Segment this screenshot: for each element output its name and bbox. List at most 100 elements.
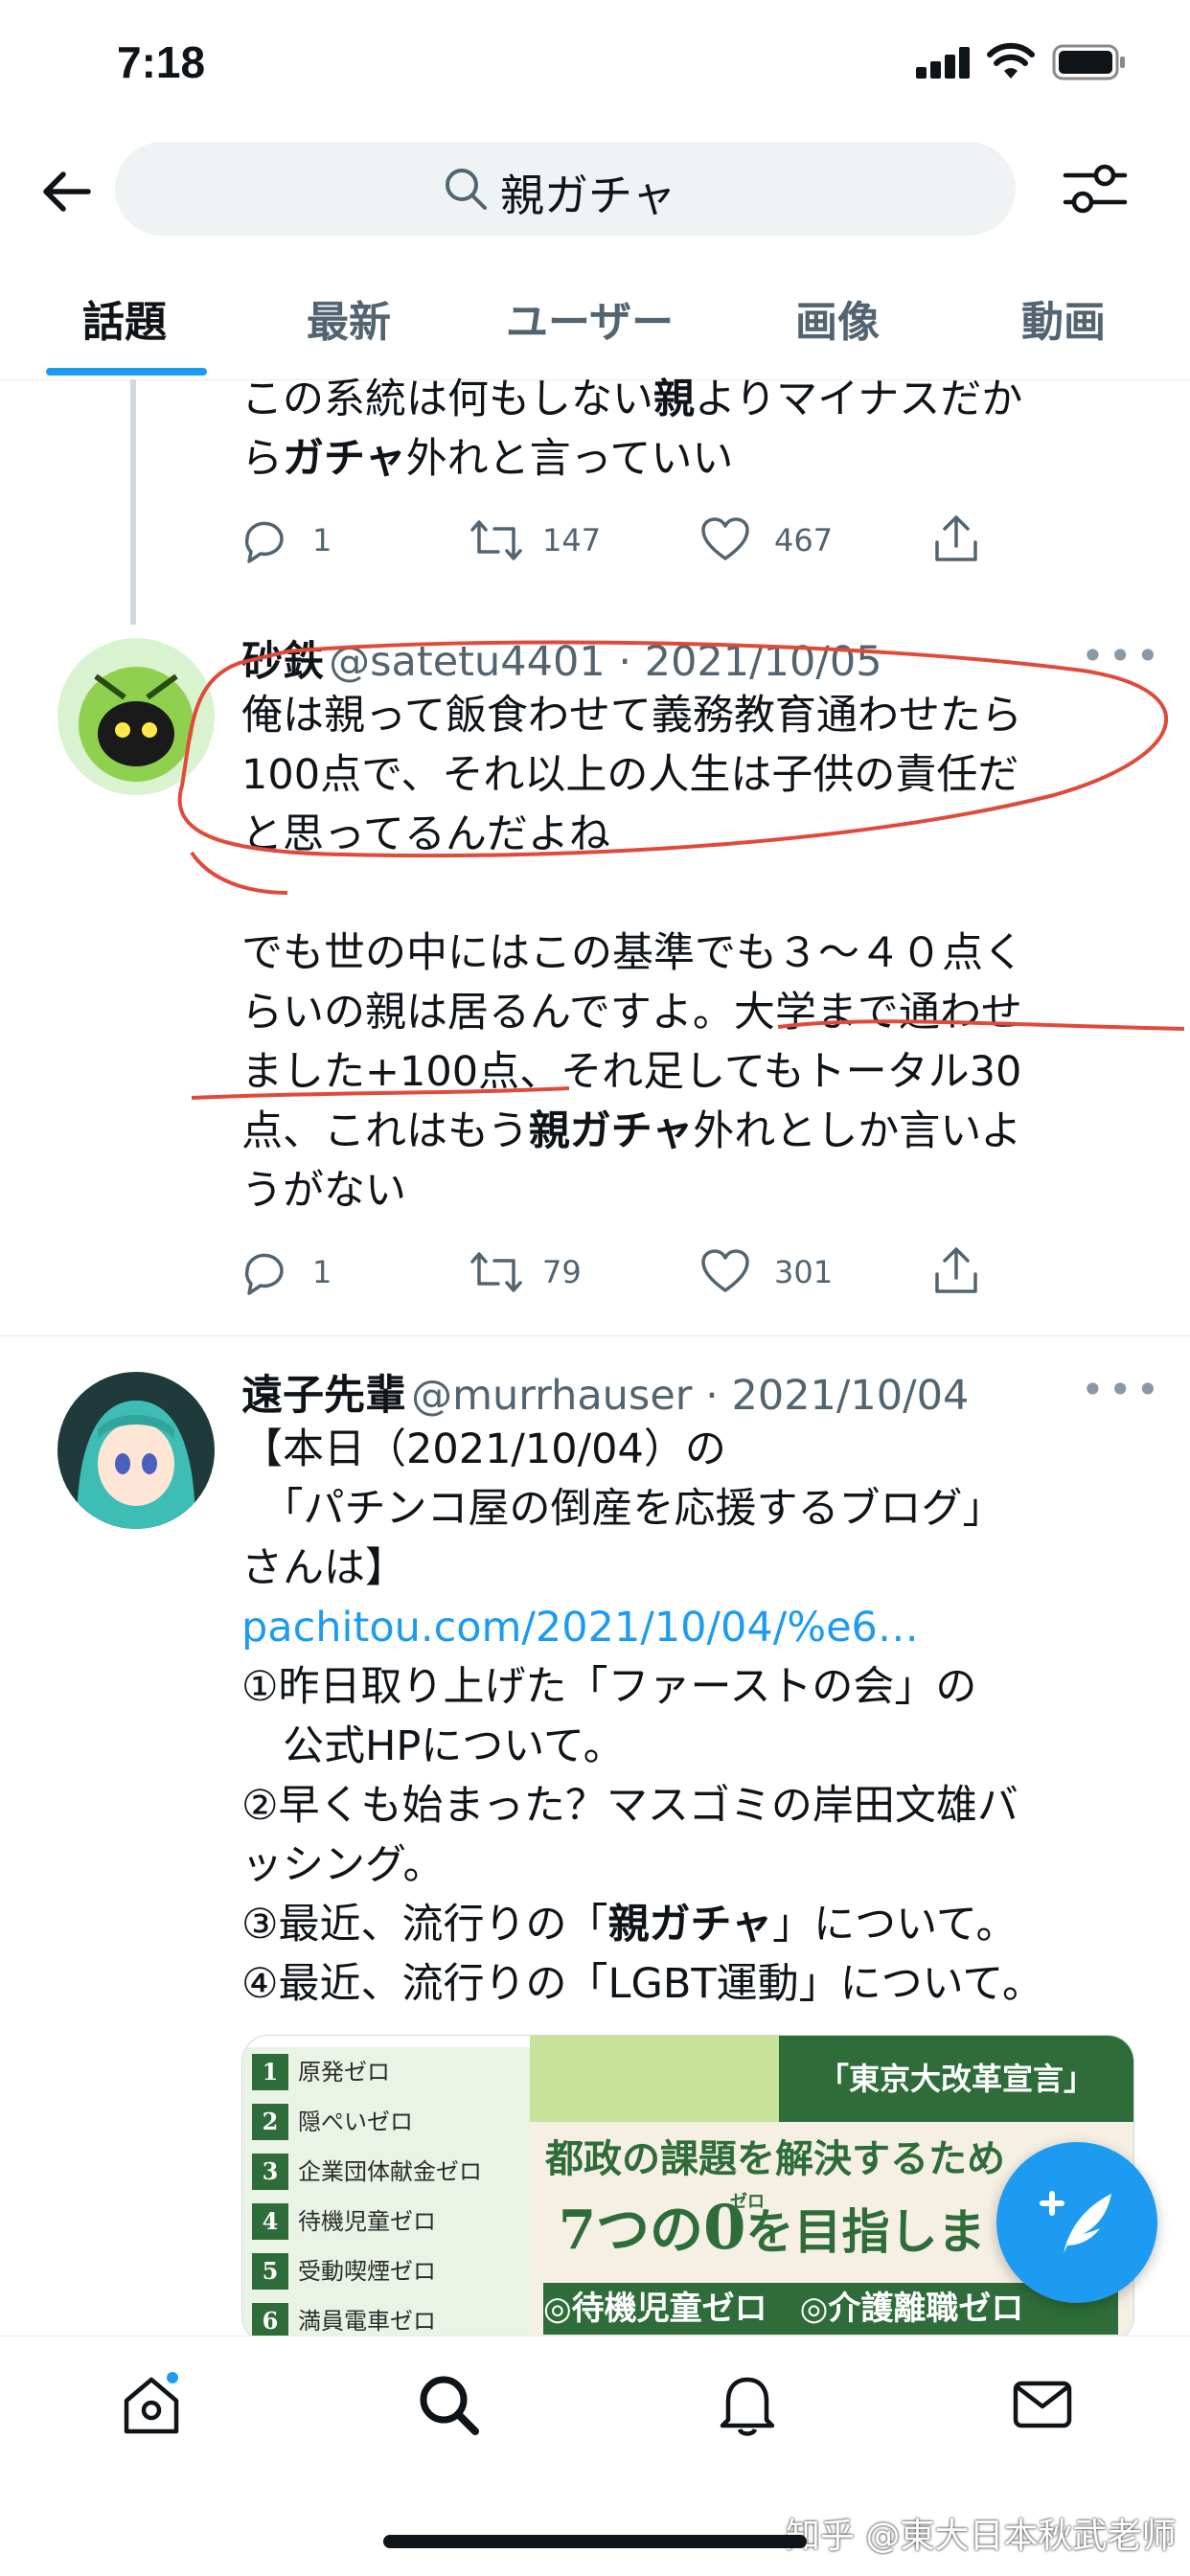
media-list-item: 5 受動喫煙ゼロ [242, 2246, 530, 2298]
retweet-count: 147 [542, 522, 602, 559]
tweet-media-image[interactable]: 1 原発ゼロ 2 隠ぺいゼロ 3 企業団体献金ゼロ 4 待機児童ゼロ 5 受動喫煙ゼロ 6 満員電車ゼ… [241, 2035, 1134, 2343]
tweet-text-line: うがない [241, 1161, 1142, 1220]
tab-trending[interactable]: 話題 [82, 287, 167, 349]
media-list-label: 原発ゼロ [298, 2059, 390, 2086]
compose-tweet-button[interactable] [996, 2142, 1157, 2303]
search-icon [446, 169, 487, 210]
media-list-number: 5 [252, 2253, 288, 2290]
tweet-text-run: 「パチンコ屋の倒産を応援するブログ」 [241, 1485, 1004, 1533]
tweet-text-line: 公式HPについて。 [241, 1717, 1142, 1776]
media-banner: 「東京大改革宣言」 [779, 2036, 1133, 2122]
media-list-number: 2 [252, 2104, 288, 2140]
search-input[interactable]: 親ガチャ [115, 142, 1016, 236]
media-tag-2: ◎介護離職ゼロ [799, 2290, 1024, 2328]
tweet-text-run: 」について。 [772, 1901, 1018, 1949]
tweet-text-run: ②早くも始まった？マスゴミの岸田文雄バ [241, 1782, 1018, 1830]
tweet-text-line: ③最近、流行りの「親ガチャ」について。 [241, 1895, 1142, 1954]
display-name[interactable]: 砂鉄 [241, 638, 324, 686]
filter-settings-icon[interactable] [1062, 159, 1129, 218]
media-list-label: 隠ぺいゼロ [298, 2109, 413, 2135]
like-icon[interactable] [699, 515, 751, 563]
avatar[interactable] [57, 1372, 215, 1529]
retweet-icon[interactable] [469, 1247, 523, 1297]
tab-latest[interactable]: 最新 [307, 287, 391, 349]
media-list-label: 待機児童ゼロ [298, 2208, 436, 2235]
tweet-text-line: ④最近、流行りの「LGBT運動」について。 [241, 1954, 1142, 2014]
media-list-item: 1 原発ゼロ [242, 2047, 530, 2099]
media-list-item: 2 隠ぺいゼロ [242, 2097, 530, 2149]
display-name[interactable]: 遠子先輩 [241, 1372, 406, 1420]
home-icon[interactable] [119, 2372, 184, 2437]
more-icon[interactable]: ••• [1081, 632, 1163, 679]
handle-date: @satetu4401 · 2021/10/05 [329, 638, 882, 686]
media-subhead-b: を目指しま [745, 2203, 986, 2260]
tweet-text-run: 外れとしか言いよ [693, 1107, 1022, 1155]
media-list-number: 3 [252, 2154, 288, 2190]
tweet-2-text: 俺は親って飯食わせて義務教育通わせたら 100点で、それ以上の人生は子供の責任だと… [241, 686, 1142, 1220]
messages-envelope-icon[interactable] [1010, 2372, 1075, 2437]
more-icon[interactable]: ••• [1081, 1366, 1163, 1413]
media-subhead: 7つの0 ゼロ を目指しま [559, 2187, 986, 2265]
tweet-text-run: さんは】 [241, 1544, 406, 1592]
media-photo [530, 2036, 779, 2122]
tweet-text-run: ③最近、流行りの「 [241, 1901, 608, 1949]
avatar[interactable] [57, 638, 215, 795]
home-indicator [383, 2535, 807, 2548]
wifi-icon [987, 42, 1035, 79]
tweet-text-line: ました+100点、それ足してもトータル30 [241, 1042, 1142, 1102]
tweet-text-run [241, 870, 255, 918]
media-list-number: 4 [252, 2203, 288, 2240]
media-headline: 都政の課題を解決するため [545, 2136, 1005, 2181]
hashtag-highlight: 親ガチャ [607, 1901, 773, 1949]
tweet-text-run: 俺は親って飯食わせて義務教育通わせたら [241, 692, 1022, 740]
tweet-text-run: 100点で、それ以上の人生は子供の責任だ [241, 751, 1019, 799]
tweet-text-run: らいの親は居るんですよ。大学まで通わせ [241, 989, 1022, 1037]
handle-date: @murrhauser · 2021/10/04 [411, 1372, 970, 1420]
tweet-text-run: と思ってるんだよね [241, 810, 610, 858]
media-list-number: 1 [252, 2054, 288, 2090]
media-subhead-ruby: ゼロ [729, 2192, 765, 2212]
tweet-text-line: らいの親は居るんですよ。大学まで通わせ [241, 983, 1142, 1042]
avatar-image [57, 638, 215, 795]
media-tags: ◎待機児童ゼロ ◎介護離職ゼロ [543, 2283, 1118, 2335]
reply-icon[interactable] [240, 515, 289, 565]
reply-count: 1 [312, 522, 332, 559]
battery-icon [1052, 44, 1125, 80]
tweet-text-run: ④最近、流行りの「LGBT運動」について。 [241, 1960, 1044, 2008]
tweet-text-line: ッシング。 [241, 1835, 1142, 1895]
media-subhead-a: 7つの [559, 2199, 703, 2262]
notifications-bell-icon[interactable] [715, 2372, 780, 2437]
tab-images[interactable]: 画像 [795, 287, 880, 349]
tab-videos[interactable]: 動画 [1021, 287, 1106, 349]
tweet-text-run: ッシング。 [241, 1841, 445, 1889]
tweet-text-line: 100点で、それ以上の人生は子供の責任だ [241, 745, 1142, 805]
retweet-icon[interactable] [469, 515, 523, 565]
hashtag-highlight: 親ガチャ [528, 1107, 694, 1155]
tweet-text-line: ②早くも始まった？マスゴミの岸田文雄バ [241, 1776, 1142, 1835]
reply-icon[interactable] [240, 1247, 289, 1297]
share-icon[interactable] [931, 512, 981, 565]
like-icon[interactable] [699, 1247, 751, 1295]
media-list-number: 6 [252, 2303, 288, 2339]
tweet-text-run: ら [241, 435, 283, 483]
media-list-label: 満員電車ゼロ [298, 2308, 436, 2335]
reply-count: 1 [312, 1254, 332, 1290]
tweet-text-line: さんは】 [241, 1539, 1142, 1598]
tweet-text-line: らガチャ外れと言っていい [241, 429, 1142, 489]
tweet-link[interactable]: pachitou.com/2021/10/04/%e6… [241, 1604, 919, 1652]
search-query: 親ガチャ [500, 170, 676, 221]
search-tab-icon[interactable] [416, 2372, 481, 2437]
tweet-text-line: この系統は何もしない親よりマイナスだか [241, 370, 1142, 429]
hashtag-highlight: 親 [653, 376, 695, 423]
avatar-image [57, 1372, 215, 1529]
media-list-item: 4 待機児童ゼロ [242, 2197, 530, 2248]
share-icon[interactable] [931, 1243, 981, 1297]
tweet-text-run: 公式HPについて。 [241, 1722, 625, 1770]
media-tag-1: ◎待機児童ゼロ [543, 2290, 767, 2328]
tweet-text-line: 俺は親って飯食わせて義務教育通わせたら [241, 686, 1142, 745]
tweet-text-run: 点、これはもう [241, 1107, 529, 1155]
back-arrow-icon[interactable] [38, 163, 96, 220]
watermark: 知乎 @東大日本秋武老师 [786, 2517, 1177, 2556]
tab-users[interactable]: ユーザー [506, 287, 674, 349]
tweet-text-line: 【本日（2021/10/04）の [241, 1420, 1142, 1479]
